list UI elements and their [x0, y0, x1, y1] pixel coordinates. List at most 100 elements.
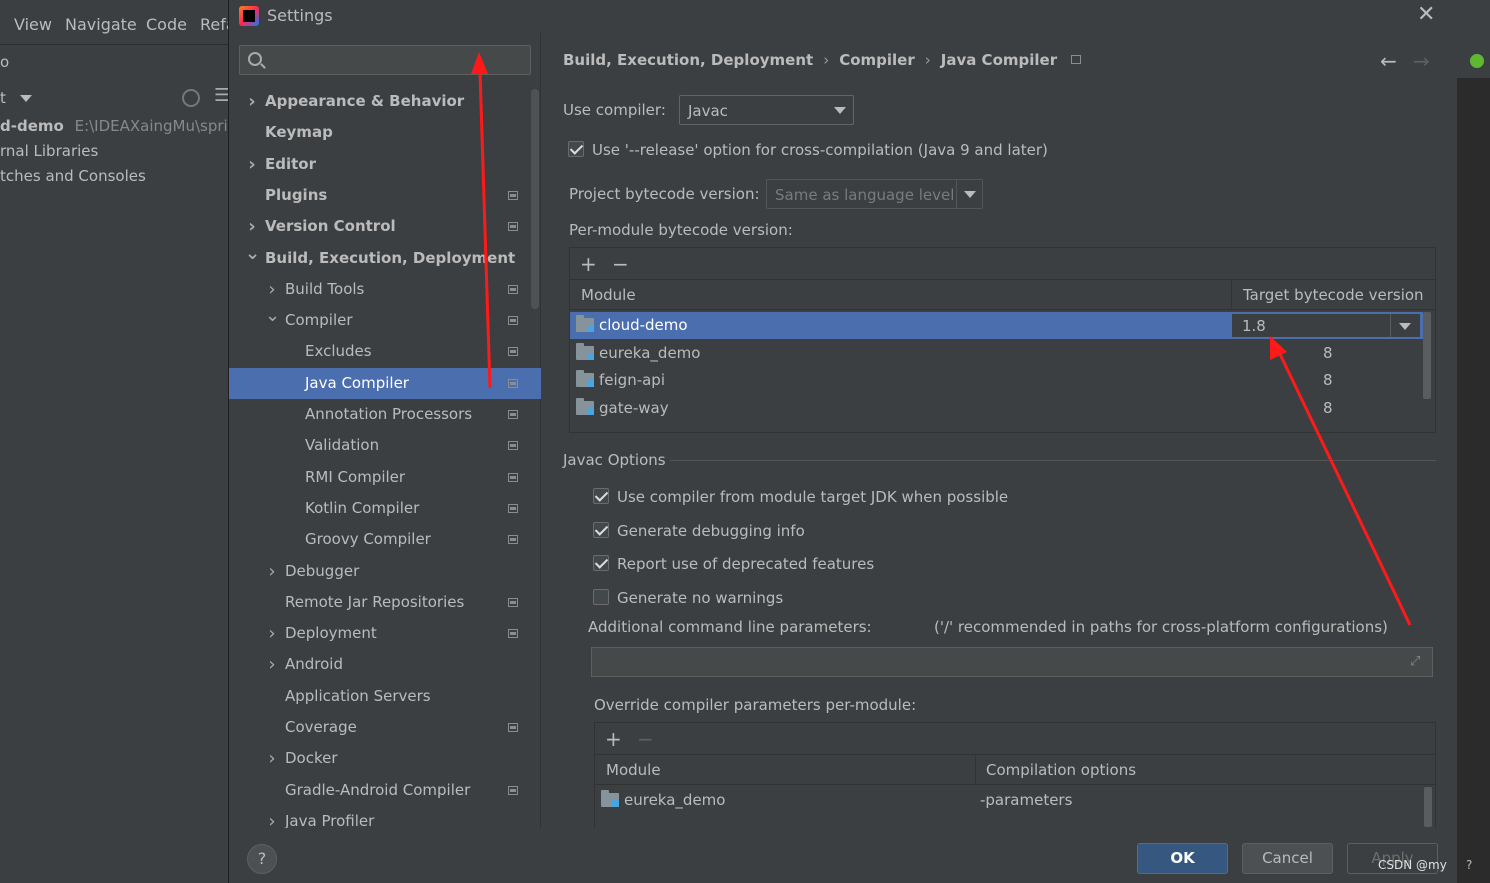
ide-editor-edge [1456, 78, 1490, 883]
tree-item[interactable]: › Deployment [229, 618, 541, 649]
tree-item[interactable]: Coverage [229, 712, 541, 743]
additional-params-label: Additional command line parameters: [588, 618, 872, 636]
tree-item-label: Java Compiler [305, 373, 409, 392]
tree-item[interactable]: › Debugger [229, 556, 541, 587]
project-bytecode-select[interactable]: Same as language level [766, 179, 983, 209]
column-module[interactable]: Module [581, 286, 636, 304]
settings-dialog: Settings ✕ › Appearance & Behavior Keymap ›… [228, 0, 1457, 883]
tree-item[interactable]: ⌄ Compiler [229, 305, 541, 336]
tree-item[interactable]: Java Compiler [229, 367, 541, 399]
external-libraries-item[interactable]: rnal Libraries [0, 142, 98, 160]
tree-item[interactable]: Groovy Compiler [229, 524, 541, 555]
chevron-right-icon[interactable]: › [265, 743, 279, 774]
column-module[interactable]: Module [606, 761, 661, 779]
tree-item[interactable]: RMI Compiler [229, 462, 541, 493]
dialog-titlebar: Settings ✕ [229, 0, 1457, 33]
chevron-down-icon[interactable]: ⌄ [265, 305, 280, 327]
project-view-selector[interactable]: t [0, 89, 6, 107]
chevron-right-icon: › [823, 51, 830, 69]
tree-item[interactable]: Keymap [229, 117, 541, 148]
menu-view[interactable]: View [14, 15, 52, 34]
column-divider[interactable] [975, 755, 976, 785]
module-folder-icon [576, 315, 594, 332]
per-module-scrollbar[interactable] [1423, 312, 1431, 399]
settings-tree-panel: › Appearance & Behavior Keymap › Editor Plugi… [229, 33, 541, 832]
expand-icon[interactable]: ⤢ [1410, 654, 1424, 669]
tree-item[interactable]: › Docker [229, 743, 541, 774]
intellij-logo-icon [239, 6, 259, 26]
debug-bug-icon[interactable] [1470, 54, 1484, 68]
override-scrollbar[interactable] [1424, 787, 1432, 827]
tree-item-label: Version Control [265, 217, 396, 236]
add-icon[interactable]: + [580, 252, 597, 276]
use-compiler-label: Use compiler: [563, 101, 666, 119]
tree-item[interactable]: Validation [229, 430, 541, 461]
table-row[interactable]: eureka_demo -parameters [595, 787, 1423, 814]
chevron-right-icon[interactable]: › [265, 649, 279, 680]
forward-arrow-icon[interactable]: → [1413, 49, 1430, 73]
table-row[interactable]: cloud-demo 1.8 [570, 312, 1423, 339]
chevron-right-icon[interactable]: › [265, 274, 279, 305]
tree-item[interactable]: › Build Tools [229, 274, 541, 305]
tree-item[interactable]: Gradle-Android Compiler [229, 775, 541, 806]
tree-item[interactable]: › Appearance & Behavior [229, 86, 541, 117]
chevron-right-icon[interactable]: › [245, 149, 259, 180]
module-name: gate-way [599, 398, 669, 417]
project-root-item[interactable]: d-demo E:\IDEAXaingMu\sprin [0, 117, 237, 135]
chevron-right-icon[interactable]: › [265, 556, 279, 587]
locate-icon[interactable] [182, 89, 200, 107]
tree-item-label: Editor [265, 154, 316, 173]
chevron-right-icon[interactable]: › [265, 618, 279, 649]
javac-option-checkbox[interactable] [593, 488, 609, 504]
tree-item[interactable]: Application Servers [229, 681, 541, 712]
remove-icon[interactable]: − [637, 727, 654, 751]
tree-item[interactable]: › Editor [229, 149, 541, 180]
chevron-down-icon[interactable] [20, 95, 32, 102]
target-version-value: 8 [1323, 371, 1333, 389]
column-divider[interactable] [1231, 280, 1232, 310]
chevron-down-icon[interactable]: ⌄ [245, 243, 260, 265]
help-button[interactable]: ? [247, 844, 277, 874]
ide-help-icon[interactable]: ? [1466, 858, 1472, 872]
scratches-item[interactable]: tches and Consoles [0, 167, 146, 185]
javac-option-checkbox[interactable] [593, 521, 609, 538]
chevron-down-icon [1399, 323, 1411, 330]
ok-button[interactable]: OK [1137, 843, 1228, 874]
tree-scrollbar[interactable] [531, 89, 539, 309]
menu-navigate[interactable]: Navigate [65, 15, 137, 34]
javac-option-checkbox[interactable] [593, 589, 609, 606]
tree-item[interactable]: Plugins [229, 180, 541, 211]
table-row[interactable]: eureka_demo 8 [570, 340, 1423, 367]
tree-item[interactable]: › Version Control [229, 211, 541, 242]
tree-item[interactable]: › Android [229, 649, 541, 680]
table-row[interactable]: feign-api 8 [570, 367, 1423, 394]
project-bytecode-value: Same as language level [775, 186, 955, 204]
back-arrow-icon[interactable]: ← [1380, 49, 1397, 73]
module-folder-icon [576, 370, 594, 387]
close-icon[interactable]: ✕ [1417, 2, 1435, 27]
chevron-right-icon[interactable]: › [245, 211, 259, 242]
tree-item[interactable]: Kotlin Compiler [229, 493, 541, 524]
column-compilation-options[interactable]: Compilation options [986, 761, 1136, 779]
tree-item[interactable]: Remote Jar Repositories [229, 587, 541, 618]
table-row[interactable]: gate-way 8 [570, 395, 1423, 422]
use-compiler-select[interactable]: Javac [679, 95, 854, 125]
tree-item[interactable]: Annotation Processors [229, 399, 541, 430]
settings-search-input[interactable] [239, 45, 531, 75]
project-root-path: E:\IDEAXaingMu\sprin [74, 117, 238, 135]
add-icon[interactable]: + [605, 727, 622, 751]
tree-item[interactable]: ⌄ Build, Execution, Deployment [229, 243, 541, 274]
remove-icon[interactable]: − [612, 252, 629, 276]
tree-item[interactable]: Excludes [229, 336, 541, 367]
release-option-checkbox[interactable] [568, 141, 584, 157]
column-target-version[interactable]: Target bytecode version [1243, 286, 1424, 304]
tree-item-label: Remote Jar Repositories [285, 592, 465, 611]
cancel-button[interactable]: Cancel [1242, 843, 1333, 874]
additional-params-input[interactable]: ⤢ [591, 647, 1433, 677]
ide-menubar: View Navigate Code Refa [0, 0, 236, 44]
target-version-select[interactable]: 1.8 [1231, 313, 1421, 338]
menu-code[interactable]: Code [146, 15, 187, 34]
chevron-right-icon[interactable]: › [245, 86, 259, 117]
project-root-name: d-demo [0, 117, 64, 135]
javac-option-checkbox[interactable] [593, 555, 609, 572]
